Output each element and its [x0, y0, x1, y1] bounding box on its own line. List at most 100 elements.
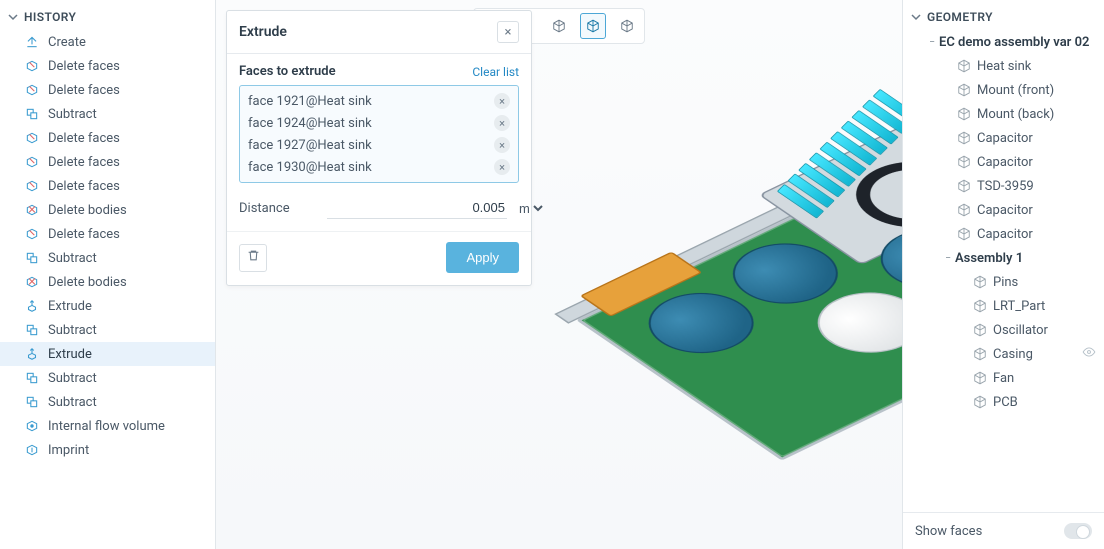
- history-item[interactable]: Delete faces: [0, 78, 215, 102]
- delete-faces-icon: [24, 178, 40, 194]
- geometry-header[interactable]: GEOMETRY: [903, 6, 1104, 30]
- distance-label: Distance: [239, 201, 319, 216]
- unit-select[interactable]: m: [515, 200, 546, 217]
- subtract-icon: [24, 394, 40, 410]
- history-item[interactable]: Delete faces: [0, 222, 215, 246]
- history-item[interactable]: Subtract: [0, 246, 215, 270]
- history-item-label: Create: [48, 35, 207, 50]
- cube-icon: [973, 299, 987, 313]
- visibility-icon[interactable]: [1082, 345, 1096, 363]
- tree-node[interactable]: Casing: [907, 342, 1104, 366]
- face-chip-label: face 1930@Heat sink: [248, 160, 372, 175]
- history-item[interactable]: Subtract: [0, 102, 215, 126]
- tree-node[interactable]: Mount (back): [907, 102, 1104, 126]
- history-item[interactable]: Delete faces: [0, 54, 215, 78]
- tree-label: Mount (back): [977, 107, 1054, 122]
- tree-label: Capacitor: [977, 155, 1033, 170]
- tree-label: Fan: [993, 371, 1014, 386]
- face-chip[interactable]: face 1927@Heat sink×: [246, 134, 512, 156]
- history-item[interactable]: Delete faces: [0, 174, 215, 198]
- cube-icon: [957, 107, 971, 121]
- trash-icon: [247, 249, 260, 266]
- tree-node[interactable]: Pins: [907, 270, 1104, 294]
- remove-face-button[interactable]: ×: [494, 137, 510, 153]
- face-chip[interactable]: face 1921@Heat sink ×: [246, 90, 512, 112]
- tree-label: Casing: [993, 347, 1033, 362]
- subtract-icon: [24, 106, 40, 122]
- cube-icon: [957, 227, 971, 241]
- view-mode-points-button[interactable]: [614, 13, 640, 39]
- show-faces-toggle[interactable]: [1064, 523, 1092, 539]
- history-item-label: Delete faces: [48, 59, 207, 74]
- extrude-icon: [24, 346, 40, 362]
- cube-icon: [973, 371, 987, 385]
- distance-input[interactable]: [327, 197, 507, 219]
- history-item-label: Delete faces: [48, 227, 207, 242]
- remove-face-button[interactable]: ×: [494, 93, 510, 109]
- history-item[interactable]: Subtract: [0, 318, 215, 342]
- history-item[interactable]: Delete bodies: [0, 270, 215, 294]
- tree-node[interactable]: Heat sink: [907, 54, 1104, 78]
- show-faces-row: Show faces: [903, 512, 1104, 549]
- history-item[interactable]: Subtract: [0, 366, 215, 390]
- history-item[interactable]: Create: [0, 30, 215, 54]
- cube-icon: [620, 19, 634, 33]
- history-item-label: Delete faces: [48, 83, 207, 98]
- apply-button[interactable]: Apply: [446, 242, 519, 273]
- tree-node[interactable]: TSD-3959: [907, 174, 1104, 198]
- view-mode-transparent-button[interactable]: [580, 13, 606, 39]
- cube-icon: [973, 347, 987, 361]
- history-item-label: Subtract: [48, 107, 207, 122]
- imprint-icon: [24, 442, 40, 458]
- face-chip[interactable]: face 1930@Heat sink ×: [246, 156, 512, 178]
- delete-bodies-icon: [24, 202, 40, 218]
- history-item-label: Subtract: [48, 371, 207, 386]
- delete-faces-icon: [24, 130, 40, 146]
- tree-node[interactable]: Capacitor: [907, 198, 1104, 222]
- faces-selection-box[interactable]: face 1921@Heat sink×face 1924@Heat sink×…: [239, 85, 519, 183]
- remove-face-button[interactable]: ×: [494, 159, 510, 175]
- history-item-label: Internal flow volume: [48, 419, 207, 434]
- history-header[interactable]: HISTORY: [0, 6, 215, 30]
- tree-node[interactable]: PCB: [907, 390, 1104, 414]
- remove-face-button[interactable]: ×: [494, 115, 510, 131]
- close-button[interactable]: ×: [497, 21, 519, 43]
- history-item-label: Subtract: [48, 323, 207, 338]
- history-item[interactable]: Delete bodies: [0, 198, 215, 222]
- history-item[interactable]: Extrude: [0, 294, 215, 318]
- history-item[interactable]: Subtract: [0, 390, 215, 414]
- delete-button[interactable]: [239, 244, 267, 272]
- delete-bodies-icon: [24, 274, 40, 290]
- cube-icon: [957, 59, 971, 73]
- flow-volume-icon: [24, 418, 40, 434]
- cube-icon: [957, 203, 971, 217]
- delete-faces-icon: [24, 226, 40, 242]
- history-panel: HISTORY Create Delete faces Delete faces Su…: [0, 0, 216, 549]
- history-item[interactable]: Delete faces: [0, 150, 215, 174]
- tree-label: Capacitor: [977, 203, 1033, 218]
- clear-list-link[interactable]: Clear list: [472, 65, 519, 79]
- face-chip[interactable]: face 1924@Heat sink×: [246, 112, 512, 134]
- tree-node[interactable]: Capacitor: [907, 222, 1104, 246]
- tree-node[interactable]: Oscillator: [907, 318, 1104, 342]
- tree-node[interactable]: Mount (front): [907, 78, 1104, 102]
- tree-node[interactable]: Fan: [907, 366, 1104, 390]
- show-faces-label: Show faces: [915, 524, 982, 539]
- tree-node[interactable]: Capacitor: [907, 150, 1104, 174]
- tree-node[interactable]: LRT_Part: [907, 294, 1104, 318]
- history-item[interactable]: Extrude: [0, 342, 215, 366]
- tree-root[interactable]: − EC demo assembly var 02: [907, 30, 1104, 54]
- collapse-icon: −: [925, 37, 939, 48]
- view-mode-shaded-edges-button[interactable]: [546, 13, 572, 39]
- tree-assembly[interactable]: − Assembly 1: [907, 246, 1104, 270]
- extrude-dialog: Extrude × Faces to extrude Clear list fa…: [226, 10, 532, 286]
- tree-node[interactable]: Capacitor: [907, 126, 1104, 150]
- delete-faces-icon: [24, 82, 40, 98]
- close-icon: ×: [505, 25, 512, 40]
- tree-label: Capacitor: [977, 131, 1033, 146]
- face-chip-label: face 1921@Heat sink: [248, 94, 372, 109]
- history-item[interactable]: Internal flow volume: [0, 414, 215, 438]
- history-item[interactable]: Imprint: [0, 438, 215, 462]
- history-item-label: Delete faces: [48, 155, 207, 170]
- history-item[interactable]: Delete faces: [0, 126, 215, 150]
